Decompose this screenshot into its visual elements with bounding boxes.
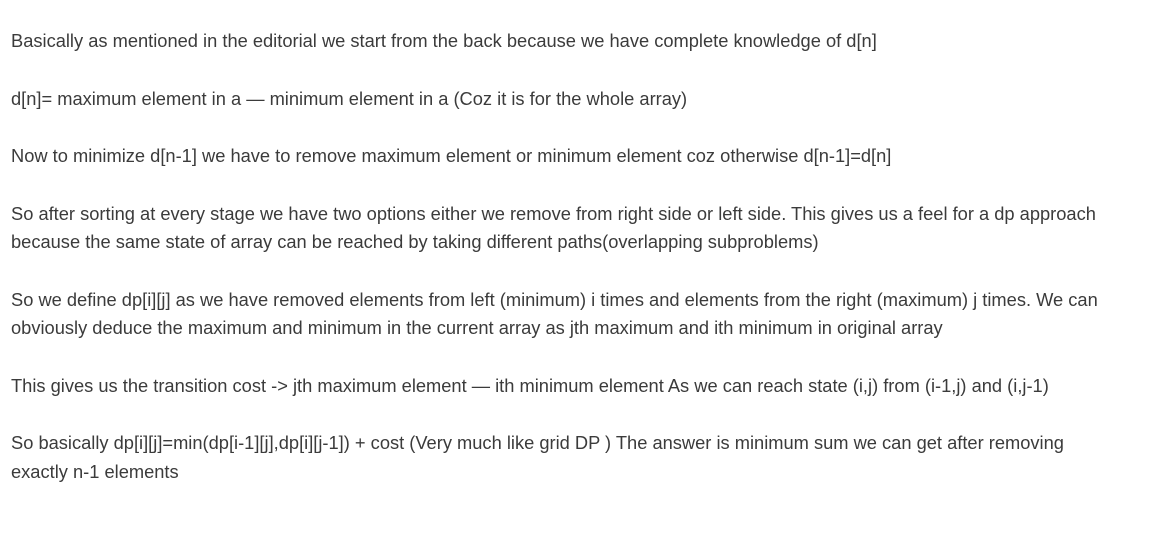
paragraph-recurrence: So basically dp[i][j]=min(dp[i-1][j],dp[… (11, 432, 1064, 482)
paragraph-options: So after sorting at every stage we have … (11, 202, 1096, 253)
post-body: Basically as mentioned in the editorial … (11, 27, 1121, 486)
paragraph-dn-definition: d[n]= maximum element in a — minimum ele… (11, 87, 688, 109)
paragraph-intro: Basically as mentioned in the editorial … (11, 30, 877, 51)
paragraph-minimize: Now to minimize d[n-1] we have to remove… (11, 145, 892, 166)
paragraph-transition: This gives us the transition cost -> jth… (11, 374, 1049, 396)
paragraph-dp-definition: So we define dp[i][j] as we have removed… (11, 288, 1098, 339)
